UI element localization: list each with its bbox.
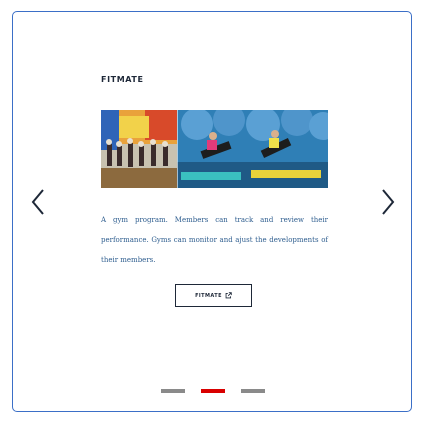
card-image [101, 110, 328, 188]
pagination-dot-active[interactable] [201, 389, 225, 393]
prev-slide-button[interactable] [28, 188, 48, 220]
project-link-button[interactable]: FITMATE [175, 284, 252, 307]
pagination-dot[interactable] [161, 389, 185, 393]
card-title: FITMATE [101, 75, 144, 84]
carousel-pagination [161, 389, 265, 393]
chevron-left-icon [30, 188, 46, 220]
external-link-icon [225, 292, 232, 299]
project-link-label: FITMATE [195, 292, 222, 299]
pagination-dot[interactable] [241, 389, 265, 393]
chevron-right-icon [380, 188, 396, 220]
card-description: A gym program. Members can track and rev… [101, 216, 328, 264]
next-slide-button[interactable] [378, 188, 398, 220]
project-card: FITMATE A gym program. Members can track… [12, 11, 412, 412]
